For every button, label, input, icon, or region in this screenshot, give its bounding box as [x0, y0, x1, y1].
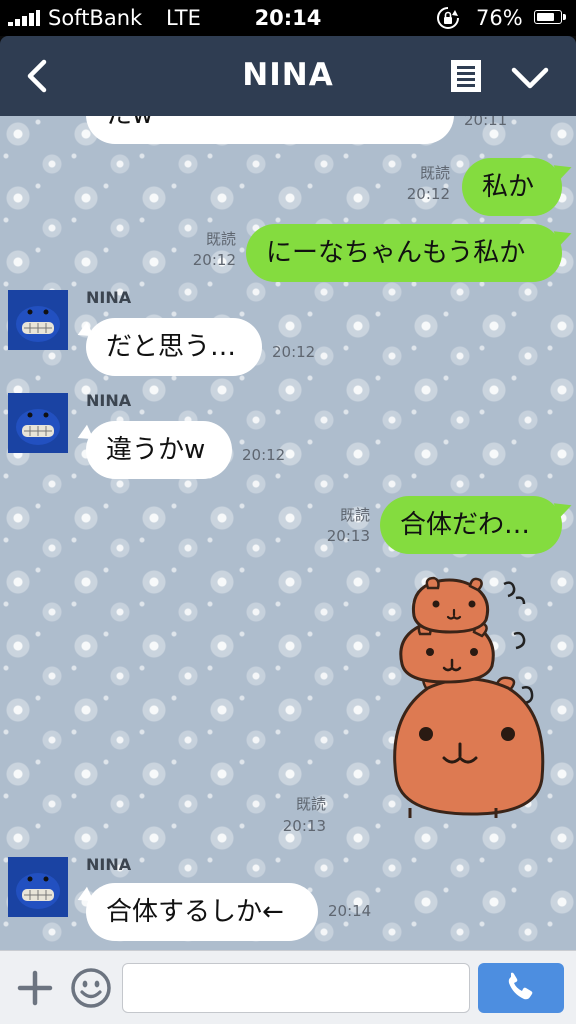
- message-bubble-incoming[interactable]: たw: [86, 116, 454, 144]
- emoji-button[interactable]: [70, 967, 112, 1009]
- monster-avatar-icon: [8, 393, 68, 453]
- message-time: 20:13: [326, 527, 370, 545]
- message-time: 20:12: [406, 185, 450, 203]
- battery-icon: [534, 10, 566, 26]
- battery-percent: 76%: [476, 6, 523, 30]
- avatar[interactable]: [8, 393, 68, 453]
- avatar[interactable]: [8, 857, 68, 917]
- message-text: だと思う…: [106, 332, 237, 362]
- chat-header: NINA: [0, 36, 576, 116]
- message-time: 20:12: [242, 446, 286, 464]
- monster-avatar-icon: [8, 290, 68, 350]
- message-time: 20:12: [272, 343, 316, 361]
- message-text: 違うかw: [106, 435, 206, 465]
- message-input[interactable]: [122, 963, 470, 1013]
- message-bubble-outgoing[interactable]: 合体だわ…: [380, 496, 562, 554]
- message-bubble-incoming[interactable]: だと思う…: [86, 318, 262, 376]
- message-text: にーなちゃんもう私か: [266, 238, 526, 268]
- sender-name: NINA: [86, 391, 132, 410]
- sender-name: NINA: [86, 288, 132, 307]
- avatar[interactable]: [8, 290, 68, 350]
- read-receipt: 既読: [295, 795, 326, 813]
- sender-name: NINA: [86, 855, 132, 874]
- message-time: 20:13: [282, 817, 326, 835]
- message-input-bar: [0, 950, 576, 1024]
- chat-title: NINA: [242, 57, 334, 93]
- phone-icon: [508, 972, 533, 1000]
- read-receipt: 既読: [339, 506, 370, 524]
- chat-history[interactable]: たw 20:11 既読 20:12 私か 既読 20:12 にーなちゃんもう私か…: [0, 116, 576, 950]
- read-receipt: 既読: [419, 164, 450, 182]
- message-time: 20:12: [192, 251, 236, 269]
- message-bubble-incoming[interactable]: 合体するしか←: [86, 883, 318, 941]
- message-bubble-outgoing[interactable]: 私か: [462, 158, 562, 216]
- status-bar: SoftBank LTE 20:14 76%: [0, 0, 576, 36]
- message-text: 合体するしか←: [106, 897, 284, 927]
- message-text: たw: [106, 116, 153, 130]
- message-time: 20:11: [464, 116, 508, 129]
- menu-toggle-button[interactable]: [510, 60, 550, 94]
- message-bubble-incoming[interactable]: 違うかw: [86, 421, 232, 479]
- call-button[interactable]: [478, 963, 564, 1013]
- rotation-lock-icon: [437, 7, 459, 29]
- message-text: 合体だわ…: [400, 510, 531, 540]
- add-attachment-button[interactable]: [16, 969, 54, 1007]
- message-bubble-outgoing[interactable]: にーなちゃんもう私か: [246, 224, 562, 282]
- read-receipt: 既読: [205, 230, 236, 248]
- message-text: 私か: [482, 172, 535, 202]
- message-time: 20:14: [328, 902, 372, 920]
- monster-avatar-icon: [8, 857, 68, 917]
- capybara-stack-sticker[interactable]: [356, 576, 556, 836]
- notes-button[interactable]: [449, 58, 483, 94]
